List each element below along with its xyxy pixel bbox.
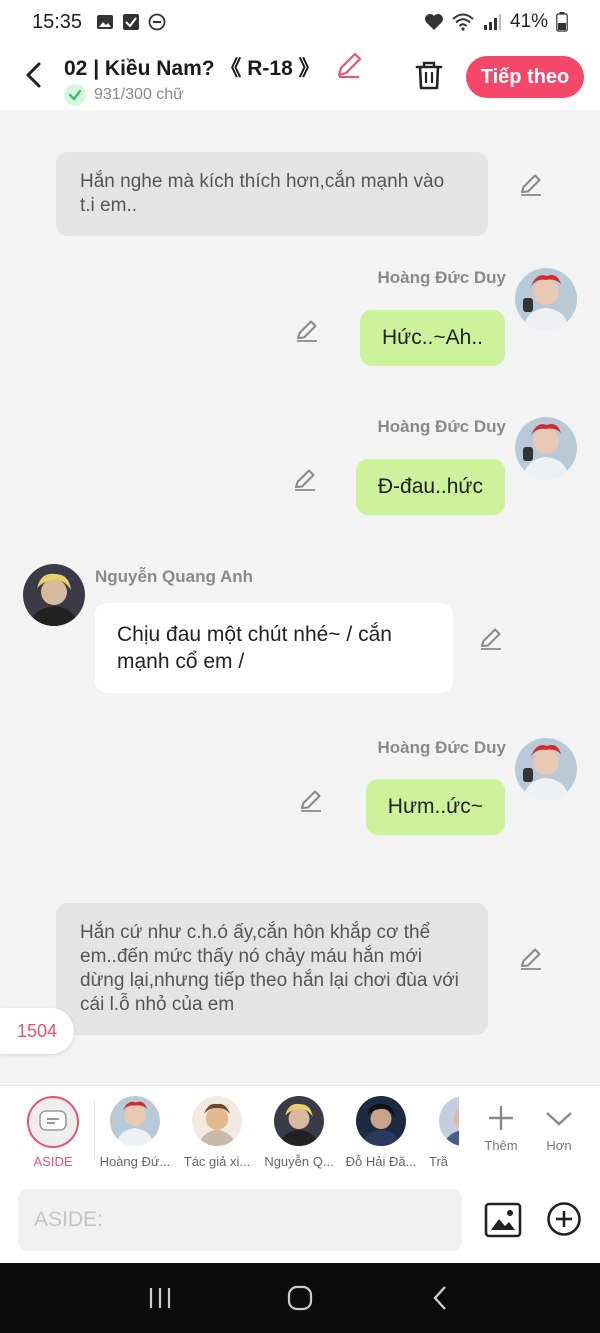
wifi-icon [452, 13, 474, 31]
speaker-name: Hoàng Đức Duy [377, 268, 507, 287]
edit-icon[interactable] [298, 788, 324, 814]
check-icon [64, 84, 86, 106]
message-bubble-right[interactable]: Hưm..ức~ [365, 779, 505, 835]
home-button[interactable] [280, 1278, 320, 1318]
character-name: Trầ [429, 1154, 449, 1169]
chat-area[interactable]: Hắn nghe mà kích thích hơn,cắn mạnh vào … [0, 110, 600, 1085]
status-right: 41% [424, 11, 568, 33]
character-item[interactable]: Tác giả xi... [177, 1096, 257, 1169]
message-bubble-right[interactable]: Hức..~Ah.. [359, 310, 505, 366]
avatar [274, 1096, 324, 1146]
more-label: Hơn [546, 1138, 572, 1153]
character-bar: ASIDE Hoàng Đứ... Tác giả xi... Nguyễn Q… [0, 1085, 600, 1179]
character-name: Nguyễn Q... [264, 1154, 334, 1169]
character-name: Đỗ Hải Đă... [345, 1154, 417, 1169]
composer [0, 1179, 600, 1263]
more-characters-button[interactable]: Hơn [533, 1098, 585, 1153]
narration-bubble[interactable]: Hắn nghe mà kích thích hơn,cắn mạnh vào … [56, 152, 488, 236]
character-item[interactable]: Hoàng Đứ... [95, 1096, 175, 1169]
word-count-text: 931/300 chữ [94, 86, 184, 103]
message-bubble-left[interactable]: Chịu đau một chút nhé~ / cắn mạnh cổ em … [95, 603, 453, 693]
character-name: Hoàng Đứ... [99, 1154, 171, 1169]
speaker-name: Hoàng Đức Duy [377, 417, 507, 436]
chat-bubble-icon [39, 1110, 67, 1131]
add-circle-icon[interactable] [546, 1201, 582, 1237]
avatar[interactable] [23, 564, 85, 626]
edit-icon[interactable] [518, 946, 544, 972]
add-character-button[interactable]: Thêm [475, 1098, 527, 1153]
check-square-icon [123, 14, 140, 30]
home-icon [287, 1285, 313, 1311]
status-icons-left [96, 13, 166, 31]
character-item[interactable]: Trầ [423, 1096, 459, 1169]
aside-button[interactable] [27, 1096, 79, 1148]
avatar[interactable] [515, 738, 577, 800]
system-back-button[interactable] [420, 1278, 460, 1318]
edit-icon[interactable] [478, 626, 504, 652]
word-count: 931/300 chữ [64, 84, 184, 106]
trash-icon[interactable] [412, 58, 446, 92]
message-input[interactable] [18, 1189, 462, 1251]
plus-icon [489, 1106, 513, 1130]
character-name: Tác giả xi... [183, 1154, 251, 1169]
recent-apps-button[interactable] [140, 1278, 180, 1318]
add-label: Thêm [484, 1138, 518, 1153]
back-button[interactable] [18, 58, 48, 92]
speaker-name: Hoàng Đức Duy [377, 738, 507, 757]
status-time: 15:35 [32, 10, 83, 33]
message-count-badge[interactable]: 1504 [0, 1008, 74, 1054]
back-icon [433, 1286, 446, 1310]
chevron-left-icon [26, 62, 41, 88]
battery-percent: 41% [509, 11, 548, 32]
dnd-icon [148, 13, 166, 31]
next-button[interactable]: Tiếp theo [466, 56, 584, 98]
avatar [356, 1096, 406, 1146]
edit-icon[interactable] [292, 467, 318, 493]
edit-icon[interactable] [294, 318, 320, 344]
avatar[interactable] [515, 417, 577, 479]
image-icon [97, 15, 114, 29]
edit-title-icon[interactable] [334, 50, 364, 80]
speaker-name: Nguyễn Quang Anh [95, 567, 254, 586]
battery-icon [556, 12, 568, 32]
chevron-down-icon [546, 1112, 572, 1126]
character-item[interactable]: Đỗ Hải Đă... [341, 1096, 421, 1169]
recents-icon [149, 1288, 171, 1308]
status-bar: 15:35 41% [0, 0, 600, 44]
page-title: 02 | Kiều Nam? 《 R-18 》 [64, 57, 320, 80]
avatar [110, 1096, 160, 1146]
avatar[interactable] [515, 268, 577, 330]
app-header: 02 | Kiều Nam? 《 R-18 》 931/300 chữ Tiếp… [0, 44, 600, 110]
avatar [192, 1096, 242, 1146]
edit-icon[interactable] [518, 172, 544, 198]
signal-icon [483, 14, 501, 30]
avatar [439, 1096, 459, 1146]
aside-label: ASIDE [33, 1154, 73, 1169]
system-nav-bar [0, 1263, 600, 1333]
message-bubble-right[interactable]: Đ-đau..hức [355, 459, 505, 515]
narration-bubble[interactable]: Hắn cứ như c.h.ó ấy,cắn hôn khắp cơ thể … [56, 903, 488, 1035]
image-upload-icon[interactable] [484, 1201, 522, 1239]
heart-icon [424, 14, 443, 30]
character-item[interactable]: Nguyễn Q... [259, 1096, 339, 1169]
